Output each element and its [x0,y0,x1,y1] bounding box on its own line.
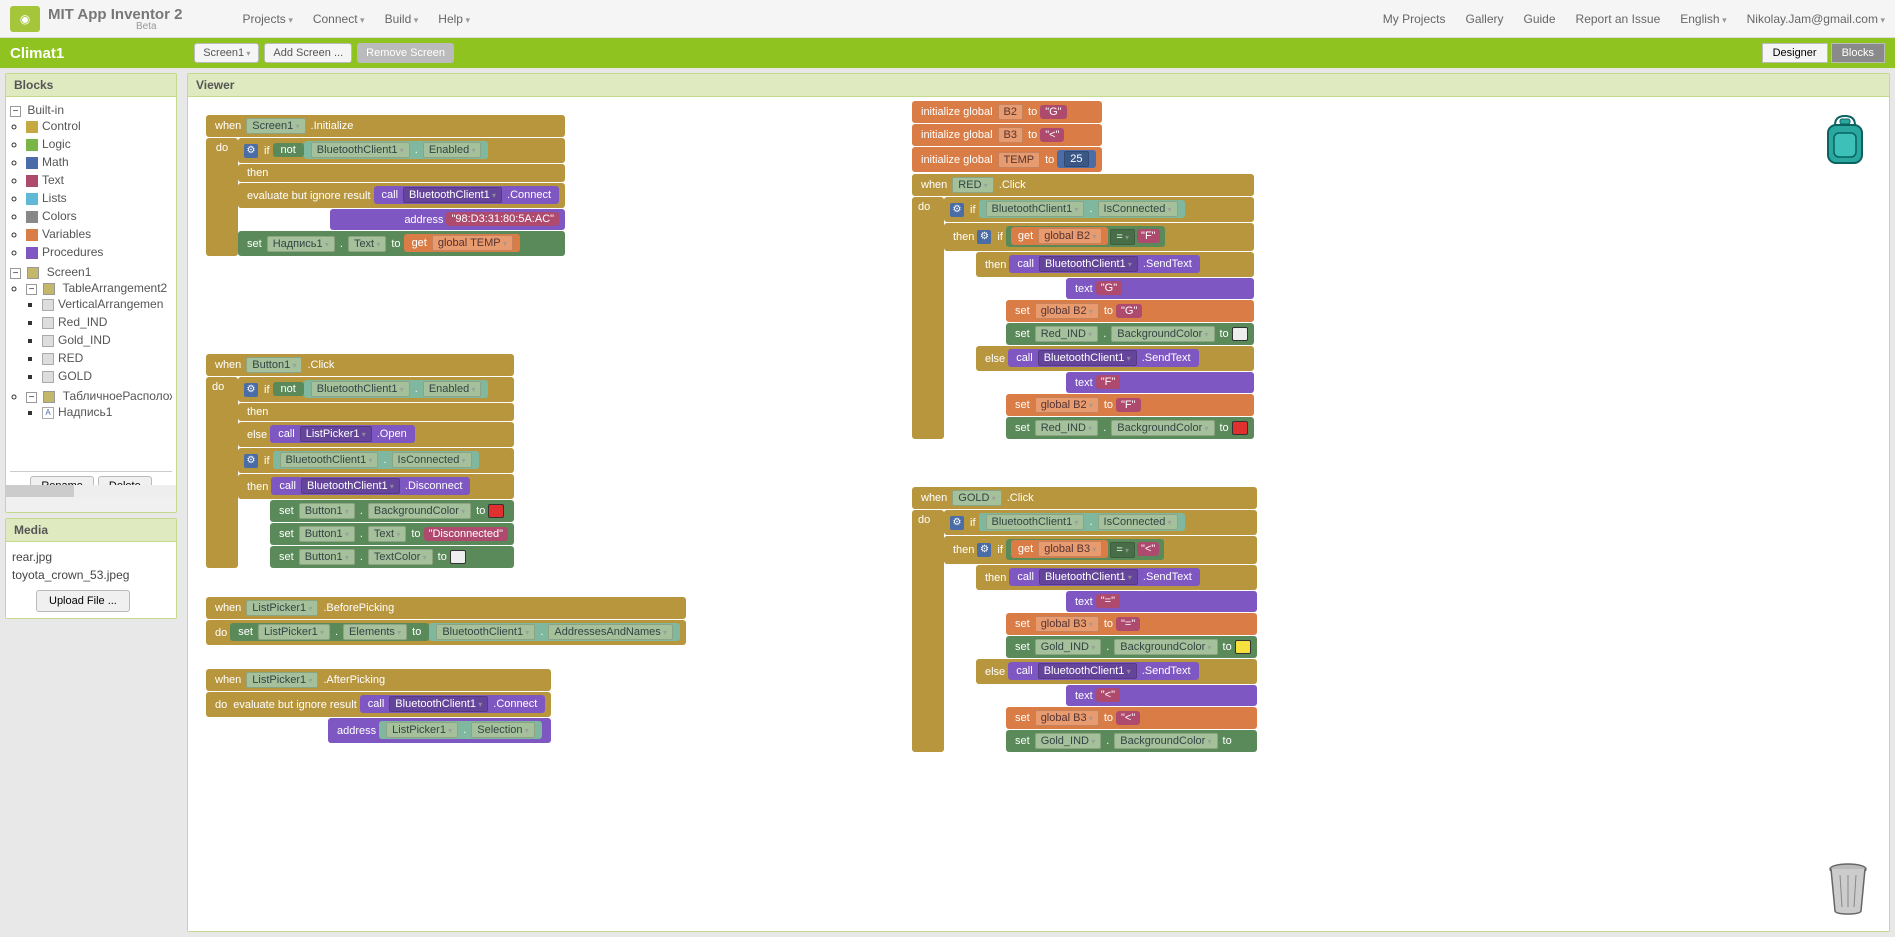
media-file[interactable]: toyota_crown_53.jpeg [12,566,170,584]
text-icon [26,175,38,187]
lists-icon [26,193,38,205]
tree-item[interactable]: Надпись1 [58,405,112,419]
backpack-icon[interactable] [1820,113,1870,168]
gear-icon[interactable]: ⚙ [977,543,991,557]
variables-icon [26,229,38,241]
tree-procedures[interactable]: Procedures [42,245,103,259]
tree-item[interactable]: GOLD [58,369,92,383]
color-swatch [450,550,466,564]
tree-screen1[interactable]: Screen1 [47,265,92,279]
color-swatch [1232,421,1248,435]
block-stack[interactable]: whenButton1.Click do ⚙if not BluetoothCl… [206,354,514,569]
media-file[interactable]: rear.jpg [12,548,170,566]
tree-toggle[interactable]: − [26,392,37,403]
screen-select[interactable]: Screen1 [194,43,259,63]
gear-icon[interactable]: ⚙ [977,230,991,244]
screen-icon [27,267,39,279]
component-icon [42,371,54,383]
tab-blocks[interactable]: Blocks [1831,43,1885,63]
tree-toggle[interactable]: − [10,106,21,117]
link-my-projects[interactable]: My Projects [1383,12,1446,26]
tree-item[interactable]: Red_IND [58,315,107,329]
menu-build[interactable]: Build [385,12,419,26]
link-guide[interactable]: Guide [1524,12,1556,26]
user-menu[interactable]: Nikolay.Jam@gmail.com [1747,12,1885,26]
gear-icon[interactable]: ⚙ [244,383,258,397]
link-gallery[interactable]: Gallery [1465,12,1503,26]
color-swatch [1232,327,1248,341]
tree-colors[interactable]: Colors [42,209,77,223]
block-stack[interactable]: initialize globalB2to" G " initialize gl… [912,101,1102,173]
tree-toggle[interactable]: − [10,268,21,279]
add-screen-button[interactable]: Add Screen ... [264,43,352,63]
tree-control[interactable]: Control [42,119,81,133]
math-icon [26,157,38,169]
color-swatch [1235,640,1251,654]
tree-math[interactable]: Math [42,155,69,169]
gear-icon[interactable]: ⚙ [244,144,258,158]
component-icon [42,317,54,329]
tree-item[interactable]: RED [58,351,83,365]
tab-designer[interactable]: Designer [1762,43,1828,63]
block-stack[interactable]: whenListPicker1.BeforePicking do setList… [206,597,686,646]
top-bar: ◉ MIT App Inventor 2 Beta Projects Conne… [0,0,1895,38]
gear-icon[interactable]: ⚙ [244,454,258,468]
color-swatch [488,504,504,518]
tree-item[interactable]: VerticalArrangemen [58,297,163,311]
gear-icon[interactable]: ⚙ [950,516,964,530]
media-panel-header: Media [6,519,176,542]
link-report-issue[interactable]: Report an Issue [1576,12,1661,26]
tree-tablearr2[interactable]: TableArrangement2 [62,281,167,295]
tree-item[interactable]: Gold_IND [58,333,111,347]
tree-text[interactable]: Text [42,173,64,187]
logic-icon [26,139,38,151]
tree-logic[interactable]: Logic [42,137,71,151]
app-logo-icon: ◉ [10,6,40,32]
block-stack[interactable]: whenListPicker1.AfterPicking doevaluate … [206,669,551,744]
blocks-panel: Blocks − Built-in Control Logic Math Tex… [5,73,177,513]
tree-builtin[interactable]: Built-in [27,103,64,117]
blocks-panel-header: Blocks [6,74,176,97]
tree-toggle[interactable]: − [26,284,37,295]
tree-lists[interactable]: Lists [42,191,67,205]
block-stack[interactable]: whenGOLD.Click do ⚙if BluetoothClient1.I… [912,487,1257,753]
trash-icon[interactable] [1826,861,1870,915]
main-menu: Projects Connect Build Help [242,12,470,26]
procedures-icon [26,247,38,259]
block-stack[interactable]: whenRED.Click do ⚙if BluetoothClient1.Is… [912,174,1254,440]
viewer-header: Viewer [188,74,1889,97]
component-icon [42,353,54,365]
menu-connect[interactable]: Connect [313,12,365,26]
beta-label: Beta [136,21,182,32]
component-icon [42,299,54,311]
label-icon: A [42,407,54,419]
menu-help[interactable]: Help [438,12,470,26]
gear-icon[interactable]: ⚙ [950,203,964,217]
tree-scrollbar[interactable] [6,485,176,497]
upload-file-button[interactable]: Upload File ... [36,590,130,612]
component-icon [42,335,54,347]
colors-icon [26,211,38,223]
tree-variables[interactable]: Variables [42,227,91,241]
block-stack[interactable]: whenScreen1.Initialize do ⚙if not Blueto… [206,115,565,257]
component-icon [43,283,55,295]
menu-projects[interactable]: Projects [242,12,292,26]
tree-item[interactable]: ТабличноеРасположе [63,389,172,403]
component-icon [43,391,55,403]
project-title: Climat1 [10,45,64,62]
language-select[interactable]: English [1680,12,1726,26]
media-panel: Media rear.jpg toyota_crown_53.jpeg Uplo… [5,518,177,619]
control-icon [26,121,38,133]
remove-screen-button[interactable]: Remove Screen [357,43,454,63]
project-bar: Climat1 Screen1 Add Screen ... Remove Sc… [0,38,1895,68]
blocks-canvas[interactable]: whenScreen1.Initialize do ⚙if not Blueto… [192,101,1885,927]
